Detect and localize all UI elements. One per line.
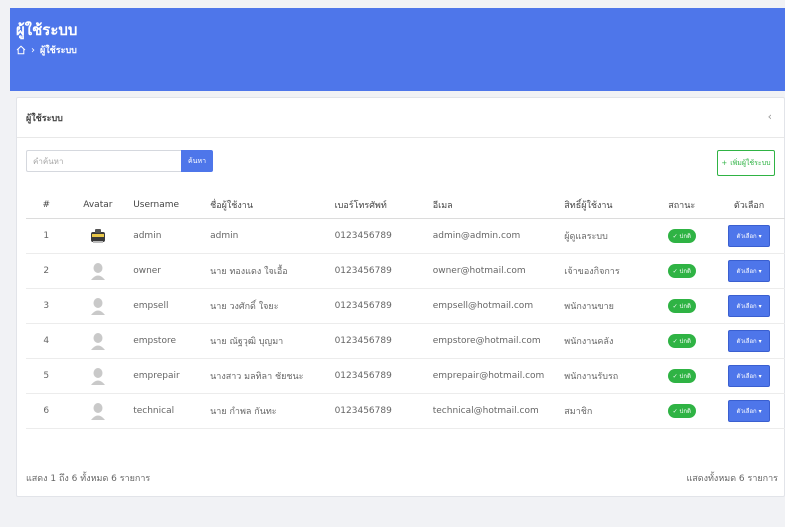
row-num: 2 bbox=[26, 253, 67, 289]
header-email: อีเมล bbox=[428, 193, 561, 219]
row-phone: 0123456789 bbox=[330, 253, 429, 289]
row-phone: 0123456789 bbox=[330, 218, 429, 254]
row-email: admin@admin.com bbox=[428, 218, 561, 254]
robot-avatar-icon bbox=[90, 228, 105, 243]
row-role: พนักงานรับรถ bbox=[560, 358, 652, 394]
card-header: ผู้ใช้ระบบ ‹ bbox=[17, 98, 784, 138]
pagination-info: แสดง 1 ถึง 6 ทั้งหมด 6 รายการ bbox=[26, 474, 151, 484]
row-role: สมาชิก bbox=[560, 393, 652, 429]
search-button[interactable]: ค้นหา bbox=[181, 150, 213, 172]
header-username: Username bbox=[129, 193, 207, 219]
header-name: ชื่อผู้ใช้งาน bbox=[206, 193, 331, 219]
row-email: emprepair@hotmail.com bbox=[428, 358, 561, 394]
breadcrumb: › ผู้ใช้ระบบ bbox=[16, 43, 77, 57]
row-name: นาย ทองแดง ใจเอื้อ bbox=[206, 253, 331, 289]
options-dropdown-button[interactable]: ตัวเลือก ▾ bbox=[728, 364, 771, 387]
user-avatar-icon bbox=[90, 367, 105, 385]
row-role: เจ้าของกิจการ bbox=[560, 253, 652, 289]
row-role: พนักงานคลัง bbox=[560, 323, 652, 359]
breadcrumb-separator: › bbox=[31, 44, 35, 56]
row-username: technical bbox=[129, 393, 207, 429]
options-dropdown-button[interactable]: ตัวเลือก ▾ bbox=[728, 329, 771, 352]
page-title: ผู้ใช้ระบบ bbox=[16, 21, 78, 39]
table-row: 5 emprepair นางสาว มลทิลา ชัยชนะ 0123456… bbox=[26, 358, 785, 394]
header-phone: เบอร์โทรศัพท์ bbox=[330, 193, 429, 219]
status-badge: ✓ ปกติ bbox=[667, 298, 696, 313]
row-role: พนักงานขาย bbox=[560, 288, 652, 324]
row-username: empsell bbox=[129, 288, 207, 324]
header-action: ตัวเลือก bbox=[712, 193, 785, 219]
row-num: 4 bbox=[26, 323, 67, 359]
row-name: นาย ณัฐวุฒิ บุญมา bbox=[206, 323, 331, 359]
row-email: owner@hotmail.com bbox=[428, 253, 561, 289]
row-phone: 0123456789 bbox=[330, 393, 429, 429]
table-row: 1 admin admin 0123456789 admin@admin.com… bbox=[26, 218, 785, 254]
row-num: 6 bbox=[26, 393, 67, 429]
row-email: technical@hotmail.com bbox=[428, 393, 561, 429]
row-username: owner bbox=[129, 253, 207, 289]
header-avatar: Avatar bbox=[66, 193, 130, 219]
row-num: 1 bbox=[26, 218, 67, 254]
search-group: ค้นหา bbox=[26, 150, 213, 172]
table-header-row: # Avatar Username ชื่อผู้ใช้งาน เบอร์โทร… bbox=[26, 193, 785, 219]
row-name: นาย กำพล กันทะ bbox=[206, 393, 331, 429]
add-user-label: เพิ่มผู้ใช้ระบบ bbox=[730, 158, 771, 167]
plus-icon: + bbox=[721, 159, 728, 167]
collapse-icon[interactable]: ‹ bbox=[768, 110, 772, 123]
users-card: ผู้ใช้ระบบ ‹ ค้นหา + เพิ่มผู้ใช้ระบบ # A… bbox=[16, 97, 785, 497]
status-badge: ✓ ปกติ bbox=[667, 403, 696, 418]
status-badge: ✓ ปกติ bbox=[667, 368, 696, 383]
header-status: สถานะ bbox=[651, 193, 713, 219]
row-num: 5 bbox=[26, 358, 67, 394]
row-name: admin bbox=[206, 218, 331, 254]
status-badge: ✓ ปกติ bbox=[667, 333, 696, 348]
options-dropdown-button[interactable]: ตัวเลือก ▾ bbox=[728, 399, 771, 422]
row-phone: 0123456789 bbox=[330, 358, 429, 394]
table-row: 4 empstore นาย ณัฐวุฒิ บุญมา 0123456789 … bbox=[26, 323, 785, 359]
options-dropdown-button[interactable]: ตัวเลือก ▾ bbox=[728, 259, 771, 282]
add-user-button[interactable]: + เพิ่มผู้ใช้ระบบ bbox=[717, 150, 775, 176]
status-badge: ✓ ปกติ bbox=[667, 228, 696, 243]
card-title: ผู้ใช้ระบบ bbox=[26, 114, 63, 124]
table-row: 2 owner นาย ทองแดง ใจเอื้อ 0123456789 ow… bbox=[26, 253, 785, 289]
status-badge: ✓ ปกติ bbox=[667, 263, 696, 278]
row-email: empsell@hotmail.com bbox=[428, 288, 561, 324]
user-avatar-icon bbox=[90, 262, 105, 280]
row-name: นาย วงศักดิ์ ใจยะ bbox=[206, 288, 331, 324]
table-row: 6 technical นาย กำพล กันทะ 0123456789 te… bbox=[26, 393, 785, 429]
row-username: emprepair bbox=[129, 358, 207, 394]
row-username: empstore bbox=[129, 323, 207, 359]
row-name: นางสาว มลทิลา ชัยชนะ bbox=[206, 358, 331, 394]
row-phone: 0123456789 bbox=[330, 323, 429, 359]
table-row: 3 empsell นาย วงศักดิ์ ใจยะ 0123456789 e… bbox=[26, 288, 785, 324]
breadcrumb-current: ผู้ใช้ระบบ bbox=[40, 46, 77, 56]
users-table: # Avatar Username ชื่อผู้ใช้งาน เบอร์โทร… bbox=[26, 193, 785, 429]
header-role: สิทธิ์ผู้ใช้งาน bbox=[560, 193, 652, 219]
page-header: ผู้ใช้ระบบ › ผู้ใช้ระบบ bbox=[10, 8, 785, 91]
row-email: empstore@hotmail.com bbox=[428, 323, 561, 359]
user-avatar-icon bbox=[90, 332, 105, 350]
home-icon[interactable] bbox=[16, 45, 26, 55]
options-dropdown-button[interactable]: ตัวเลือก ▾ bbox=[728, 224, 771, 247]
user-avatar-icon bbox=[90, 402, 105, 420]
row-username: admin bbox=[129, 218, 207, 254]
row-role: ผู้ดูแลระบบ bbox=[560, 218, 652, 254]
options-dropdown-button[interactable]: ตัวเลือก ▾ bbox=[728, 294, 771, 317]
search-input[interactable] bbox=[26, 150, 181, 172]
header-num: # bbox=[26, 193, 67, 219]
row-phone: 0123456789 bbox=[330, 288, 429, 324]
user-avatar-icon bbox=[90, 297, 105, 315]
row-num: 3 bbox=[26, 288, 67, 324]
total-info: แสดงทั้งหมด 6 รายการ bbox=[686, 474, 778, 484]
